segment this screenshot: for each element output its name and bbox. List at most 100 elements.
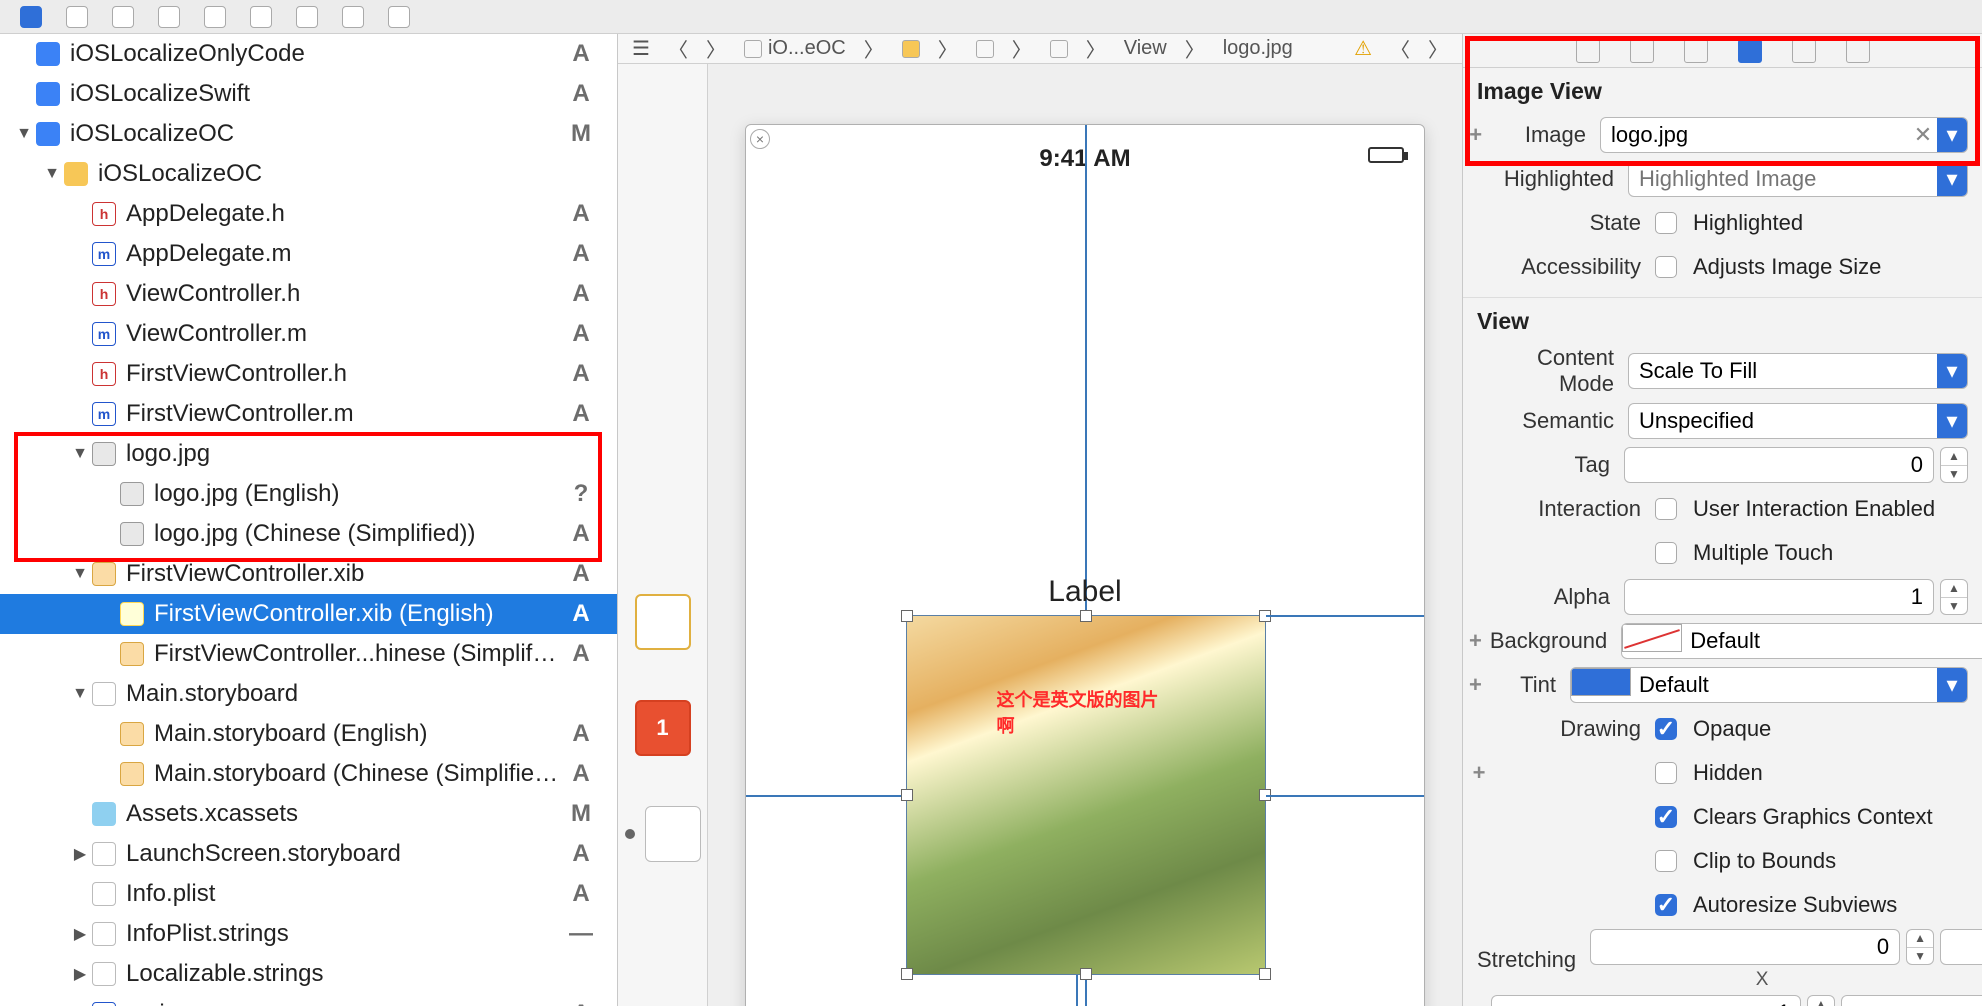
hidden-checkbox[interactable] [1655,762,1677,784]
highlighted-field[interactable] [1629,162,1937,196]
semantic-select[interactable]: ▾ [1628,403,1968,439]
back-icon[interactable]: 〈 [668,34,688,63]
attributes-inspector-icon[interactable] [1738,39,1762,63]
image-combo[interactable]: ✕▾ [1600,117,1968,153]
nav-row[interactable]: mmain.mA [0,994,617,1006]
crumb-5[interactable]: logo.jpg [1223,37,1293,60]
nav-row[interactable]: iOSLocalizeSwiftA [0,74,617,114]
stretch-x-field[interactable] [1590,929,1900,965]
debug-nav-icon[interactable] [296,6,318,28]
identity-inspector-icon[interactable] [1684,39,1708,63]
stretch-h-field[interactable] [1841,995,1982,1006]
prev-issue-icon[interactable]: 〈 [1390,34,1410,63]
nav-row[interactable]: hAppDelegate.hA [0,194,617,234]
next-issue-icon[interactable]: 〉 [1428,34,1448,63]
warning-icon[interactable]: ⚠ [1354,36,1372,61]
ib-document-outline[interactable]: 1 [618,64,708,1006]
crumb-0[interactable]: iO...eOC [768,37,846,60]
content-mode-select[interactable]: ▾ [1628,353,1968,389]
stretch-w-field[interactable] [1491,995,1801,1006]
first-responder-icon[interactable]: 1 [635,700,691,756]
clear-icon[interactable]: ✕ [1909,118,1937,152]
nav-row[interactable]: Main.storyboard (Chinese (Simplified))A [0,754,617,794]
nav-row[interactable]: ▼logo.jpg [0,434,617,474]
alpha-stepper[interactable]: ▲▼ [1940,579,1968,615]
device-frame[interactable]: × 9:41 AM Label 这个是英文版的图片啊 [745,124,1425,1006]
user-interaction-checkbox[interactable] [1655,498,1677,520]
nav-row[interactable]: mViewController.mA [0,314,617,354]
dropdown-icon[interactable]: ▾ [1937,118,1967,152]
report-nav-icon[interactable] [388,6,410,28]
nav-row[interactable]: ▼iOSLocalizeOC [0,154,617,194]
nav-row[interactable]: hFirstViewController.hA [0,354,617,394]
nav-row[interactable]: mFirstViewController.mA [0,394,617,434]
highlighted-combo[interactable]: ▾ [1628,161,1968,197]
inspector-tabs[interactable] [1463,34,1982,68]
autoresize-checkbox[interactable]: ✓ [1655,894,1677,916]
project-navigator[interactable]: iOSLocalizeOnlyCodeAiOSLocalizeSwiftA▼iO… [0,34,618,1006]
uiimageview[interactable]: 这个是英文版的图片啊 [906,615,1266,975]
uilabel[interactable]: Label [1048,575,1121,609]
nav-row[interactable]: ▶Localizable.strings [0,954,617,994]
disclosure-icon[interactable]: ▶ [68,964,92,984]
nav-row[interactable]: ▼iOSLocalizeOCM [0,114,617,154]
size-inspector-icon[interactable] [1792,39,1816,63]
disclosure-icon[interactable]: ▼ [68,565,92,583]
nav-row[interactable]: FirstViewController...hinese (Simplified… [0,634,617,674]
dropdown-icon[interactable]: ▾ [1937,162,1967,196]
image-field[interactable] [1601,118,1909,152]
help-inspector-icon[interactable] [1630,39,1654,63]
tag-field[interactable] [1624,447,1934,483]
file-inspector-icon[interactable] [1576,39,1600,63]
editor-jump-bar[interactable]: ☰ 〈 〉 iO...eOC 〉 〉 〉 〉 View 〉 logo.jpg ⚠… [618,34,1462,64]
state-highlighted-checkbox[interactable] [1655,212,1677,234]
nav-row[interactable]: logo.jpg (Chinese (Simplified))A [0,514,617,554]
nav-row[interactable]: ▶InfoPlist.strings— [0,914,617,954]
disclosure-icon[interactable]: ▼ [68,445,92,463]
disclosure-icon[interactable]: ▼ [12,125,36,143]
project-nav-icon[interactable] [20,6,42,28]
disclosure-icon[interactable]: ▼ [40,165,64,183]
opaque-checkbox[interactable]: ✓ [1655,718,1677,740]
related-items-icon[interactable]: ☰ [632,36,650,61]
clears-checkbox[interactable]: ✓ [1655,806,1677,828]
find-nav-icon[interactable] [158,6,180,28]
nav-row[interactable]: ▼Main.storyboard [0,674,617,714]
source-control-nav-icon[interactable] [66,6,88,28]
background-select[interactable]: ▾ [1621,623,1982,659]
stretch-y-field[interactable] [1940,929,1982,965]
nav-row[interactable]: ▼FirstViewController.xibA [0,554,617,594]
nav-row[interactable]: mAppDelegate.mA [0,234,617,274]
multitouch-checkbox[interactable] [1655,542,1677,564]
nav-row[interactable]: Info.plistA [0,874,617,914]
add-drawing-icon[interactable]: + [1469,760,1489,786]
alpha-field[interactable] [1624,579,1934,615]
nav-row[interactable]: hViewController.hA [0,274,617,314]
add-background-icon[interactable]: + [1469,628,1482,654]
symbol-nav-icon[interactable] [112,6,134,28]
connections-inspector-icon[interactable] [1846,39,1870,63]
add-tint-icon[interactable]: + [1469,672,1482,698]
file-owner-icon[interactable] [635,594,691,650]
nav-row[interactable]: logo.jpg (English)? [0,474,617,514]
tag-stepper[interactable]: ▲▼ [1940,447,1968,483]
test-nav-icon[interactable] [250,6,272,28]
nav-row[interactable]: ▶LaunchScreen.storyboardA [0,834,617,874]
ib-canvas[interactable]: × 9:41 AM Label 这个是英文版的图片啊 [708,64,1462,1006]
nav-row[interactable]: FirstViewController.xib (English)A [0,594,617,634]
nav-row[interactable]: Assets.xcassetsM [0,794,617,834]
tint-select[interactable]: ▾ [1570,667,1968,703]
crumb-4[interactable]: View [1124,37,1167,60]
view-object-icon[interactable] [645,806,701,862]
forward-icon[interactable]: 〉 [706,34,726,63]
accessibility-checkbox[interactable] [1655,256,1677,278]
stretch-w-stepper[interactable]: ▲▼ [1807,995,1835,1006]
clip-checkbox[interactable] [1655,850,1677,872]
disclosure-icon[interactable]: ▶ [68,924,92,944]
disclosure-icon[interactable]: ▼ [68,685,92,703]
nav-row[interactable]: Main.storyboard (English)A [0,714,617,754]
stretch-x-stepper[interactable]: ▲▼ [1906,929,1934,965]
breakpoint-nav-icon[interactable] [342,6,364,28]
add-image-icon[interactable]: + [1469,122,1482,148]
issue-nav-icon[interactable] [204,6,226,28]
